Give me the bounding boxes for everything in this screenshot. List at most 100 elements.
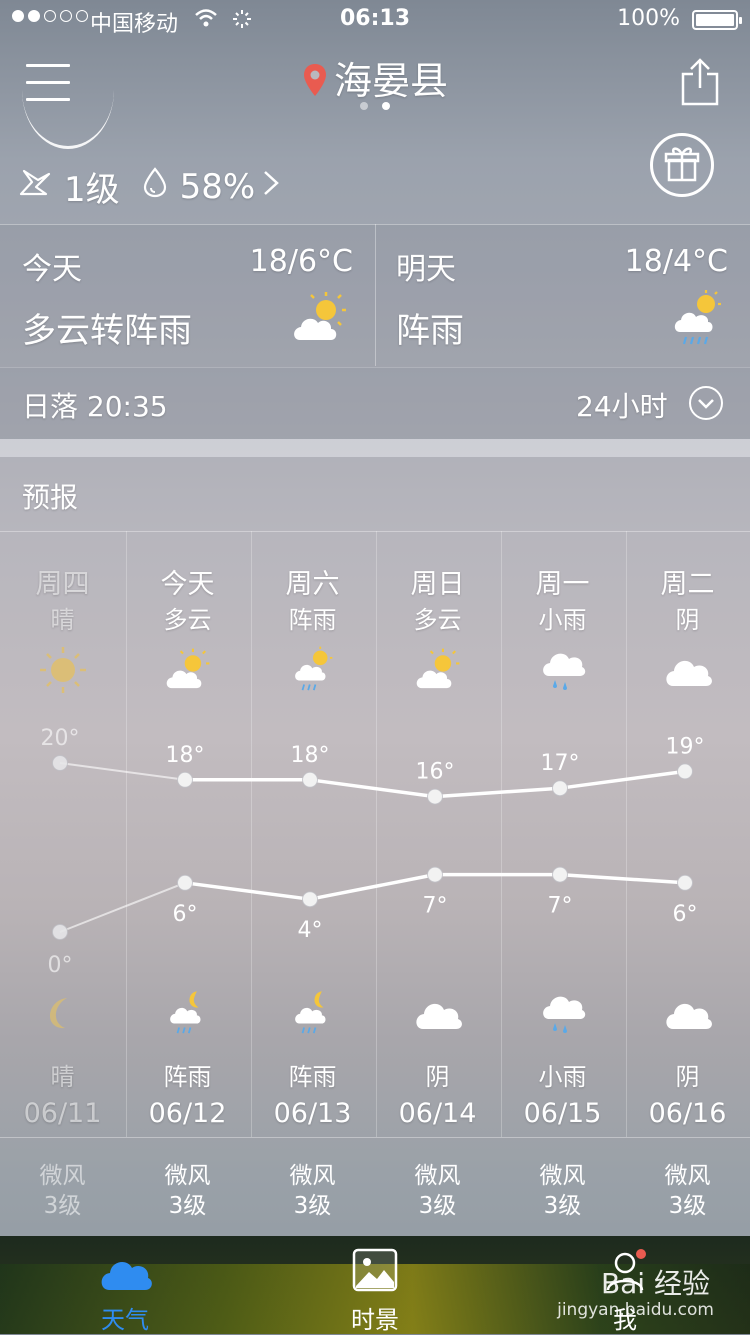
forecast-wind: 微风 bbox=[414, 1163, 461, 1189]
forecast-night-condition: 阴 bbox=[425, 1063, 450, 1091]
high-temp-point bbox=[677, 763, 693, 780]
cloud-icon bbox=[625, 642, 750, 698]
high-temp-point bbox=[427, 788, 443, 805]
forecast-wind-level: 3级 bbox=[43, 1193, 82, 1219]
high-temp-segment bbox=[434, 786, 561, 799]
share-button[interactable] bbox=[680, 58, 720, 110]
rain-icon bbox=[500, 985, 625, 1041]
wind-icon bbox=[18, 167, 52, 207]
forecast-wind-level: 3级 bbox=[293, 1193, 332, 1219]
location-title[interactable]: 海晏县 bbox=[0, 50, 750, 106]
forecast-weekday: 周六 bbox=[285, 569, 340, 600]
gift-button[interactable] bbox=[650, 133, 714, 197]
location-name: 海晏县 bbox=[333, 59, 448, 103]
cloud-tab-icon bbox=[101, 1261, 152, 1290]
watermark-logo: Bai 经验 bbox=[600, 1267, 710, 1300]
tab-weather[interactable]: 天气 bbox=[0, 1236, 250, 1334]
forecast-weekday: 周四 bbox=[35, 569, 90, 600]
night-shower-icon bbox=[125, 985, 250, 1041]
low-temp-point bbox=[177, 874, 193, 891]
tab-weather-label: 天气 bbox=[101, 1306, 149, 1334]
forecast-weekday: 周一 bbox=[535, 569, 590, 600]
forecast-night-condition: 阵雨 bbox=[163, 1063, 212, 1091]
chevron-right-icon bbox=[261, 167, 281, 207]
low-temp-segment bbox=[59, 881, 186, 933]
low-temp-segment bbox=[184, 881, 311, 901]
tomorrow-condition: 阵雨 bbox=[396, 311, 464, 351]
forecast-date: 06/13 bbox=[273, 1098, 352, 1129]
section-separator bbox=[0, 439, 750, 457]
sunset-time: 日落 20:35 bbox=[22, 390, 168, 423]
forecast-wind: 微风 bbox=[164, 1163, 211, 1189]
shower-icon bbox=[250, 642, 375, 698]
forecast-day-condition: 阵雨 bbox=[288, 606, 337, 634]
low-temp-label: 4° bbox=[298, 918, 323, 943]
forecast-wind-level: 3级 bbox=[168, 1193, 207, 1219]
tomorrow-label: 明天 bbox=[396, 252, 456, 287]
night-shower-icon bbox=[250, 985, 375, 1041]
sun-icon bbox=[0, 642, 125, 698]
tomorrow-temp: 18/4°C bbox=[624, 244, 728, 279]
location-pin-icon bbox=[302, 62, 328, 106]
forecast-wind: 微风 bbox=[39, 1163, 86, 1189]
forecast-wind: 微风 bbox=[664, 1163, 711, 1189]
photo-tab-icon bbox=[352, 1248, 398, 1292]
low-temp-segment bbox=[309, 872, 436, 901]
tab-scenes-label: 时景 bbox=[351, 1306, 399, 1334]
high-temp-point bbox=[302, 771, 318, 788]
forecast-date: 06/15 bbox=[523, 1098, 602, 1129]
share-icon bbox=[681, 58, 719, 106]
chevron-down-icon[interactable] bbox=[689, 386, 723, 420]
forecast-date: 06/12 bbox=[148, 1098, 227, 1129]
forecast-day-condition: 多云 bbox=[413, 606, 462, 634]
low-temp-label: 7° bbox=[423, 894, 448, 919]
today-label: 今天 bbox=[22, 252, 82, 287]
forecast-date: 06/16 bbox=[648, 1098, 727, 1129]
cloud-icon bbox=[375, 985, 500, 1041]
rain-icon bbox=[500, 642, 625, 698]
panel-divider bbox=[375, 224, 376, 366]
tab-scenes[interactable]: 时景 bbox=[250, 1236, 500, 1334]
forecast-day-condition: 晴 bbox=[50, 606, 75, 634]
forecast-wind-level: 3级 bbox=[668, 1193, 707, 1219]
forecast-wind: 微风 bbox=[539, 1163, 586, 1189]
hourly-forecast-button[interactable]: 24小时 bbox=[576, 385, 668, 425]
wind-divider bbox=[0, 1137, 750, 1138]
forecast-weekday: 周日 bbox=[410, 569, 465, 600]
forecast-night-condition: 阴 bbox=[675, 1063, 700, 1091]
high-temp-label: 16° bbox=[416, 760, 455, 785]
high-temp-label: 20° bbox=[41, 726, 80, 751]
high-temp-label: 18° bbox=[166, 743, 205, 768]
forecast-day-condition: 阴 bbox=[675, 606, 700, 634]
forecast-wind-level: 3级 bbox=[543, 1193, 582, 1219]
forecast-night-condition: 晴 bbox=[50, 1063, 75, 1091]
low-temp-label: 7° bbox=[548, 894, 573, 919]
low-temp-point bbox=[427, 866, 443, 883]
forecast-weekday: 周二 bbox=[660, 569, 715, 600]
humidity-icon bbox=[142, 166, 168, 207]
forecast-night-condition: 小雨 bbox=[538, 1063, 587, 1091]
today-condition: 多云转阵雨 bbox=[22, 311, 192, 351]
gift-icon bbox=[664, 147, 700, 182]
shower-icon bbox=[672, 288, 722, 354]
forecast-day-condition: 多云 bbox=[163, 606, 212, 634]
forecast-date: 06/11 bbox=[23, 1098, 102, 1129]
low-temp-label: 6° bbox=[673, 902, 698, 927]
battery-percent: 100% bbox=[617, 6, 680, 31]
low-temp-point bbox=[52, 924, 68, 940]
forecast-wind-level: 3级 bbox=[418, 1193, 457, 1219]
forecast-day-condition: 小雨 bbox=[538, 606, 587, 634]
forecast-divider bbox=[0, 531, 750, 532]
high-temp-point bbox=[552, 780, 568, 797]
temperature-chart: 20° 0° 18° 6° 18° 4° 16° 7° 17° 7° 19° 6° bbox=[41, 726, 705, 978]
forecast-date: 06/14 bbox=[398, 1098, 477, 1129]
page-indicator bbox=[360, 102, 390, 110]
moon-icon bbox=[0, 985, 125, 1041]
low-temp-point bbox=[552, 866, 568, 883]
battery-icon bbox=[692, 10, 742, 30]
cloud-icon bbox=[625, 985, 750, 1041]
low-temp-label: 0° bbox=[48, 953, 73, 978]
high-temp-point bbox=[177, 771, 193, 788]
partly-cloudy-icon bbox=[375, 642, 500, 698]
current-conditions[interactable]: 1级 58% bbox=[18, 162, 281, 211]
